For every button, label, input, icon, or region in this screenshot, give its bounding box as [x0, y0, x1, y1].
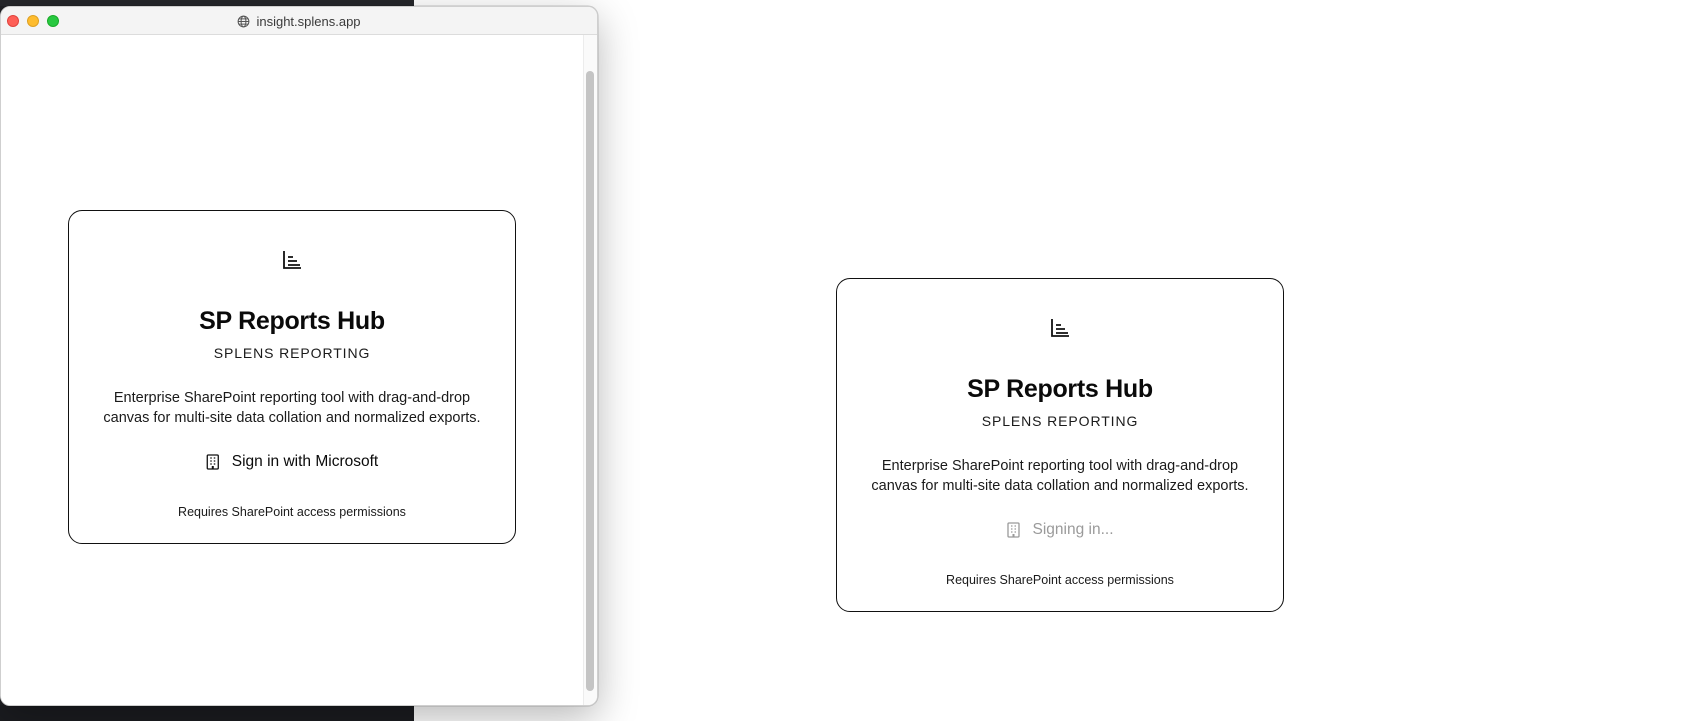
- app-subtitle: SPLENS REPORTING: [213, 345, 371, 361]
- popup-url: insight.splens.app: [256, 13, 361, 29]
- sign-in-microsoft-button[interactable]: Sign in with Microsoft: [200, 451, 384, 473]
- permission-note: Requires SharePoint access permissions: [178, 505, 406, 519]
- popup-scrollbar-thumb[interactable]: [586, 71, 594, 691]
- app-title: SP Reports Hub: [967, 375, 1153, 403]
- bar-chart-icon: [1051, 319, 1069, 337]
- popup-scrollbar[interactable]: [583, 35, 597, 705]
- signing-in-label: Signing in...: [1032, 521, 1114, 538]
- popup-content: SP Reports Hub SPLENS REPORTING Enterpri…: [1, 35, 583, 705]
- app-description: Enterprise SharePoint reporting tool wit…: [871, 458, 1249, 494]
- login-card-main: SP Reports Hub SPLENS REPORTING Enterpri…: [836, 278, 1284, 612]
- sign-in-label: Sign in with Microsoft: [231, 453, 379, 470]
- auth-popup-window: insight.splens.app SP Reports Hub SPLENS…: [0, 6, 598, 706]
- bar-chart-icon: [283, 251, 301, 269]
- popup-url-bar: insight.splens.app: [1, 13, 597, 29]
- app-subtitle: SPLENS REPORTING: [981, 413, 1139, 429]
- permission-note: Requires SharePoint access permissions: [946, 573, 1174, 587]
- signing-in-button[interactable]: Signing in...: [1001, 519, 1120, 541]
- popup-titlebar: insight.splens.app: [1, 7, 597, 35]
- login-card-popup: SP Reports Hub SPLENS REPORTING Enterpri…: [68, 210, 516, 544]
- globe-icon: [238, 15, 250, 27]
- building-icon: [206, 454, 219, 470]
- building-icon: [1007, 522, 1020, 538]
- app-title: SP Reports Hub: [199, 307, 385, 335]
- app-description: Enterprise SharePoint reporting tool wit…: [103, 390, 481, 426]
- background-app-bottom-bar: [0, 705, 414, 721]
